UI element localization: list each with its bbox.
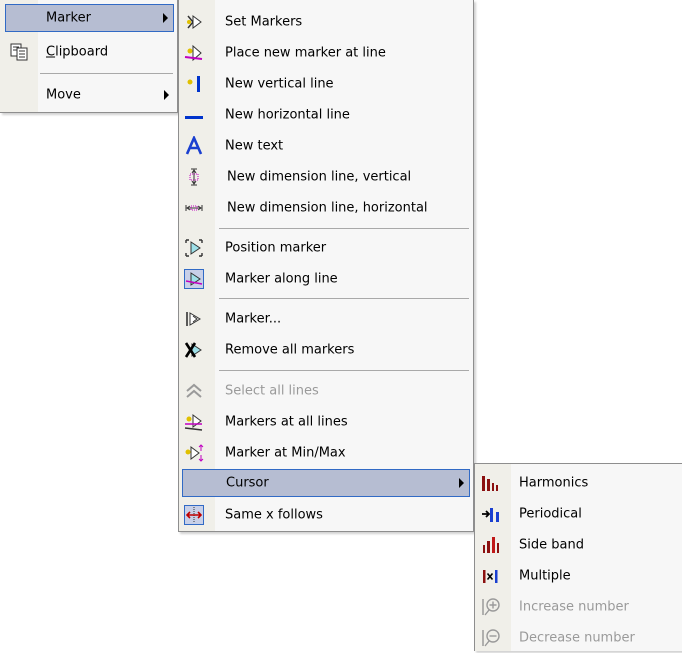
harmonics-icon [482,476,498,491]
menu-item-label: Increase number [519,599,629,615]
menu-item-label: Same x follows [225,507,323,522]
menu-item-label: Move [46,87,81,103]
menu-item-harmonics[interactable]: Harmonics [475,468,682,498]
horizontal-line-icon [185,115,203,119]
submenu-arrow-icon [459,478,464,488]
menu-item-label: Multiple [519,568,571,584]
menu-item-label: Remove all markers [225,342,355,357]
menu-item-label: New dimension line, vertical [227,169,412,184]
multiple-icon [483,570,498,583]
marker-dialog-icon [186,311,201,326]
clipboard-icon [10,43,28,61]
menu-item-label: Periodical [519,506,582,522]
decrease-icon [482,629,500,647]
menu-item-side-band[interactable]: Side band [475,530,682,560]
menu-item-place-marker[interactable]: Place new marker at line [179,37,473,68]
menu-item-cursor[interactable]: Cursor [182,469,470,497]
menu-item-label: Marker [46,10,91,26]
menu-item-label: Marker along line [225,271,338,286]
markers-all-lines-icon [184,413,203,431]
menu-item-label: Side band [519,537,584,553]
set-markers-icon [187,14,202,29]
menu-item-label: Harmonics [519,475,589,491]
submenu-arrow-icon [164,90,169,100]
vertical-line-icon [187,75,200,92]
menu-separator [219,370,469,371]
menu-item-new-text[interactable]: New text [179,130,473,161]
menu-item-label: Set Markers [225,14,303,29]
select-lines-icon [186,383,202,398]
menu-item-position-marker[interactable]: Position marker [179,232,473,263]
menu-item-clipboard[interactable]: Clipboard [0,37,177,67]
menu-item-label: Place new marker at line [225,45,386,60]
menu-item-marker[interactable]: Marker [5,4,174,32]
menu-item-new-vertical-line[interactable]: New vertical line [179,68,473,99]
menu-item-marker-along-line[interactable]: Marker along line [179,263,473,294]
menu-item-label: Cursor [226,475,269,491]
increase-icon [482,598,500,616]
menu-item-label: Select all lines [225,383,319,398]
same-x-icon [184,504,204,525]
menu-item-select-all-lines[interactable]: Select all lines [179,375,473,406]
menu-separator [219,228,469,229]
submenu-arrow-icon [163,13,168,23]
menu-item-marker-dialog[interactable]: Marker... [179,303,473,334]
menu-item-markers-all-lines[interactable]: Markers at all lines [179,406,473,437]
position-marker-icon [185,238,203,257]
menu-item-label: New dimension line, horizontal [227,200,428,215]
menu-item-remove-all-markers[interactable]: Remove all markers [179,334,473,365]
dimension-horizontal-icon [185,204,203,211]
menu-item-label: Marker... [225,311,282,326]
periodical-icon [482,508,499,522]
menu-item-same-x-follows[interactable]: Same x follows [179,499,473,530]
menu-item-periodical[interactable]: Periodical [475,499,682,529]
dimension-vertical-icon [189,168,199,185]
menu-item-label: New horizontal line [225,107,350,122]
place-marker-icon [184,44,203,61]
marker-submenu: Set Markers Place new marker at line New… [178,0,474,532]
menu-item-label: New text [225,138,284,153]
menu-item-marker-minmax[interactable]: Marker at Min/Max [179,437,473,468]
menu-item-label: New vertical line [225,76,334,91]
menu-item-move[interactable]: Move [0,80,177,110]
side-band-icon [483,537,499,553]
menu-item-label: Markers at all lines [225,414,348,429]
menu-item-dimension-vertical[interactable]: New dimension line, vertical [179,161,473,192]
menu-item-set-markers[interactable]: Set Markers [179,6,473,37]
marker-along-line-icon [184,268,204,289]
marker-minmax-icon [185,443,204,462]
menu-item-new-horizontal-line[interactable]: New horizontal line [179,99,473,130]
text-icon [185,135,203,155]
menu-item-label: Decrease number [519,630,635,646]
menu-item-increase-number[interactable]: Increase number [475,592,682,622]
menu-separator [219,298,469,299]
menu-item-label: Position marker [225,240,327,255]
menu-item-dimension-horizontal[interactable]: New dimension line, horizontal [179,192,473,223]
cursor-submenu: Harmonics Periodical Side band Multiple [474,463,682,651]
marker-context-menu: Marker Clipboard Move [0,0,178,113]
menu-item-label: Marker at Min/Max [225,445,346,460]
menu-item-label: Clipboard [46,44,109,60]
menu-separator [40,73,173,74]
remove-markers-icon [184,341,202,358]
menu-item-decrease-number[interactable]: Decrease number [475,623,682,653]
menu-item-multiple[interactable]: Multiple [475,561,682,591]
